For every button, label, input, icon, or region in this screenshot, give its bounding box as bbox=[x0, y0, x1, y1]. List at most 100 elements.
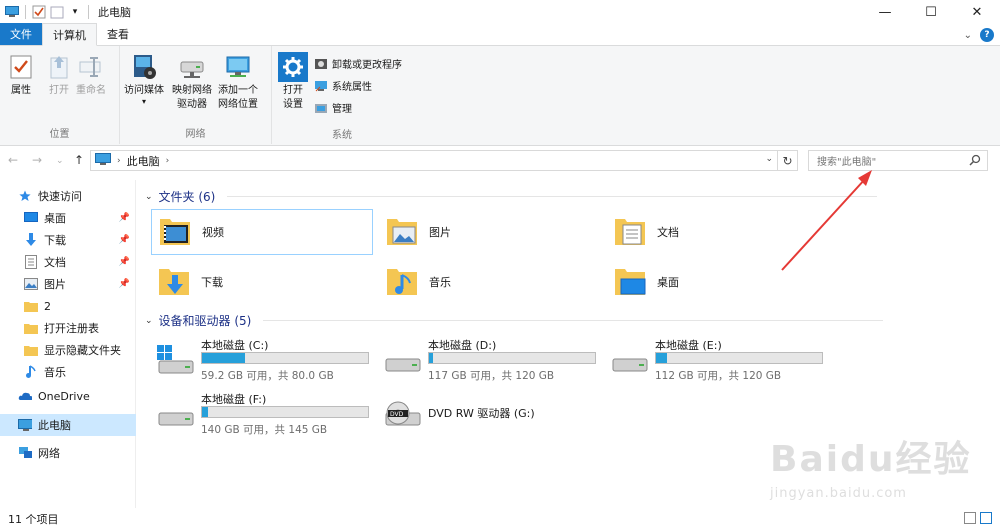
open-settings-label-2: 设置 bbox=[283, 99, 303, 110]
group-label-location: 位置 bbox=[49, 129, 70, 140]
network-drive-icon bbox=[177, 52, 207, 82]
drive-name: 本地磁盘 (E:) bbox=[655, 339, 722, 352]
nav-item-downloads[interactable]: 下载 📌 bbox=[0, 229, 136, 251]
network-icon bbox=[18, 446, 32, 460]
nav-this-pc-label: 此电脑 bbox=[38, 419, 71, 432]
nav-item-desktop[interactable]: 桌面 📌 bbox=[0, 207, 136, 229]
nav-this-pc[interactable]: 此电脑 bbox=[0, 414, 136, 436]
large-icons-view-icon[interactable] bbox=[980, 512, 992, 524]
desktop-folder-icon bbox=[613, 265, 647, 300]
folder-music[interactable]: 音乐 bbox=[379, 259, 601, 305]
nav-item-documents[interactable]: 文档 📌 bbox=[0, 251, 136, 273]
address-dropdown-icon[interactable]: ⌄ bbox=[765, 154, 773, 164]
tab-view[interactable]: 查看 bbox=[97, 23, 139, 45]
minimize-button[interactable]: — bbox=[862, 0, 908, 24]
rename-button[interactable]: 重命名 bbox=[76, 52, 106, 98]
nav-item-pictures[interactable]: 图片 📌 bbox=[0, 273, 136, 295]
folder-icon bbox=[24, 299, 38, 313]
back-arrow-icon[interactable]: ← bbox=[8, 153, 18, 167]
open-settings-button[interactable]: 打开 设置 bbox=[278, 52, 308, 112]
svg-text:DVD: DVD bbox=[390, 411, 404, 418]
collapse-chevron-icon[interactable]: ⌄ bbox=[145, 192, 153, 202]
manage-button[interactable]: 管理 bbox=[314, 100, 352, 115]
open-button[interactable]: 打开 bbox=[44, 52, 74, 98]
open-label: 打开 bbox=[49, 85, 69, 96]
tab-file[interactable]: 文件 bbox=[0, 23, 42, 45]
up-arrow-icon[interactable]: ↑ bbox=[74, 153, 84, 167]
ribbon-group-network: 访问媒体 ▾ 映射网络 驱动器 添加一个 网络位置 网络 bbox=[120, 46, 272, 144]
nav-item-open-registry[interactable]: 打开注册表 bbox=[0, 317, 136, 339]
pin-icon[interactable]: 📌 bbox=[119, 279, 130, 289]
drive-d[interactable]: 本地磁盘 (D:) 117 GB 可用，共 120 GB bbox=[382, 337, 608, 383]
item-count: 11 个项目 bbox=[8, 512, 59, 526]
pin-icon[interactable]: 📌 bbox=[119, 235, 130, 245]
open-icon bbox=[44, 52, 74, 82]
customize-toolbar-icon[interactable]: ▾ bbox=[67, 4, 83, 20]
breadcrumb-this-pc[interactable]: 此电脑 bbox=[127, 153, 160, 169]
quick-access-toolbar: ▾ bbox=[0, 0, 92, 24]
window-controls: — ☐ ✕ bbox=[862, 0, 1000, 24]
folder-downloads[interactable]: 下载 bbox=[151, 259, 373, 305]
dropdown-arrow-icon: ▾ bbox=[141, 97, 146, 106]
folders-section-header[interactable]: ⌄ 文件夹 (6) bbox=[145, 188, 878, 205]
drive-g-dvd[interactable]: DVD DVD RW 驱动器 (G:) bbox=[382, 391, 608, 437]
download-folder-icon bbox=[157, 265, 191, 300]
drive-usage-bar bbox=[428, 352, 596, 364]
nav-item-music[interactable]: 音乐 bbox=[0, 361, 136, 383]
maximize-button[interactable]: ☐ bbox=[908, 0, 954, 24]
forward-arrow-icon[interactable]: → bbox=[32, 153, 42, 167]
nav-onedrive[interactable]: OneDrive bbox=[0, 385, 136, 407]
folder-pictures[interactable]: 图片 bbox=[379, 209, 601, 255]
separator bbox=[88, 5, 89, 19]
recent-dropdown-icon[interactable]: ⌄ bbox=[56, 156, 64, 166]
document-icon bbox=[24, 255, 38, 269]
system-properties-icon bbox=[314, 79, 328, 93]
chevron-down-icon[interactable]: ⌄ bbox=[964, 30, 972, 41]
watermark: Baidu经验 jingyan.baidu.com bbox=[770, 430, 971, 501]
folder-label: 桌面 bbox=[657, 276, 679, 289]
drive-f[interactable]: 本地磁盘 (F:) 140 GB 可用，共 145 GB bbox=[155, 391, 381, 437]
pin-icon[interactable]: 📌 bbox=[119, 213, 130, 223]
nav-item-folder-2[interactable]: 2 bbox=[0, 295, 136, 317]
close-button[interactable]: ✕ bbox=[954, 0, 1000, 24]
drive-name: 本地磁盘 (F:) bbox=[201, 393, 267, 406]
folder-documents[interactable]: 文档 bbox=[607, 209, 829, 255]
access-media-button[interactable]: 访问媒体 ▾ bbox=[124, 52, 164, 106]
folder-videos[interactable]: 视频 bbox=[151, 209, 373, 255]
search-icon[interactable] bbox=[969, 154, 981, 169]
pin-icon[interactable]: 📌 bbox=[119, 257, 130, 267]
folder-desktop[interactable]: 桌面 bbox=[607, 259, 829, 305]
folder-icon bbox=[24, 321, 38, 335]
drive-c[interactable]: 本地磁盘 (C:) 59.2 GB 可用，共 80.0 GB bbox=[155, 337, 381, 383]
drive-usage-bar bbox=[201, 406, 369, 418]
system-properties-button[interactable]: 系统属性 bbox=[314, 78, 372, 93]
ribbon: 属性 打开 重命名 位置 访问媒体 ▾ 映射网络 驱动器 添加一个 网络位置 网… bbox=[0, 46, 1000, 146]
drive-e[interactable]: 本地磁盘 (E:) 112 GB 可用，共 120 GB bbox=[609, 337, 835, 383]
nav-item-label: 打开注册表 bbox=[44, 322, 99, 335]
add-network-location-button[interactable]: 添加一个 网络位置 bbox=[218, 52, 258, 112]
new-folder-quick-icon[interactable] bbox=[49, 4, 65, 20]
properties-button[interactable]: 属性 bbox=[6, 52, 36, 98]
collapse-chevron-icon[interactable]: ⌄ bbox=[145, 316, 153, 326]
details-view-icon[interactable] bbox=[964, 512, 976, 524]
breadcrumb-chevron-icon[interactable]: › bbox=[166, 156, 170, 166]
nav-item-show-hidden[interactable]: 显示隐藏文件夹 bbox=[0, 339, 136, 361]
tab-computer[interactable]: 计算机 bbox=[42, 23, 97, 46]
map-network-drive-button[interactable]: 映射网络 驱动器 bbox=[172, 52, 212, 112]
nav-item-label: 2 bbox=[44, 299, 51, 313]
help-icon[interactable]: ? bbox=[980, 28, 994, 42]
address-bar[interactable]: › 此电脑 › ⌄ bbox=[90, 150, 778, 171]
nav-network[interactable]: 网络 bbox=[0, 442, 136, 464]
drives-section-header[interactable]: ⌄ 设备和驱动器 (5) bbox=[145, 312, 884, 329]
search-input[interactable]: 搜索"此电脑" bbox=[808, 150, 988, 171]
uninstall-icon bbox=[314, 57, 328, 71]
nav-quick-access[interactable]: 快速访问 bbox=[0, 185, 136, 207]
properties-quick-icon[interactable] bbox=[31, 4, 47, 20]
uninstall-program-button[interactable]: 卸载或更改程序 bbox=[314, 56, 402, 71]
folder-label: 下载 bbox=[201, 276, 223, 289]
refresh-button[interactable]: ↻ bbox=[778, 150, 798, 171]
network-location-icon bbox=[223, 52, 253, 82]
breadcrumb-chevron-icon[interactable]: › bbox=[117, 156, 121, 166]
drive-usage-bar bbox=[655, 352, 823, 364]
computer-icon bbox=[18, 418, 32, 432]
